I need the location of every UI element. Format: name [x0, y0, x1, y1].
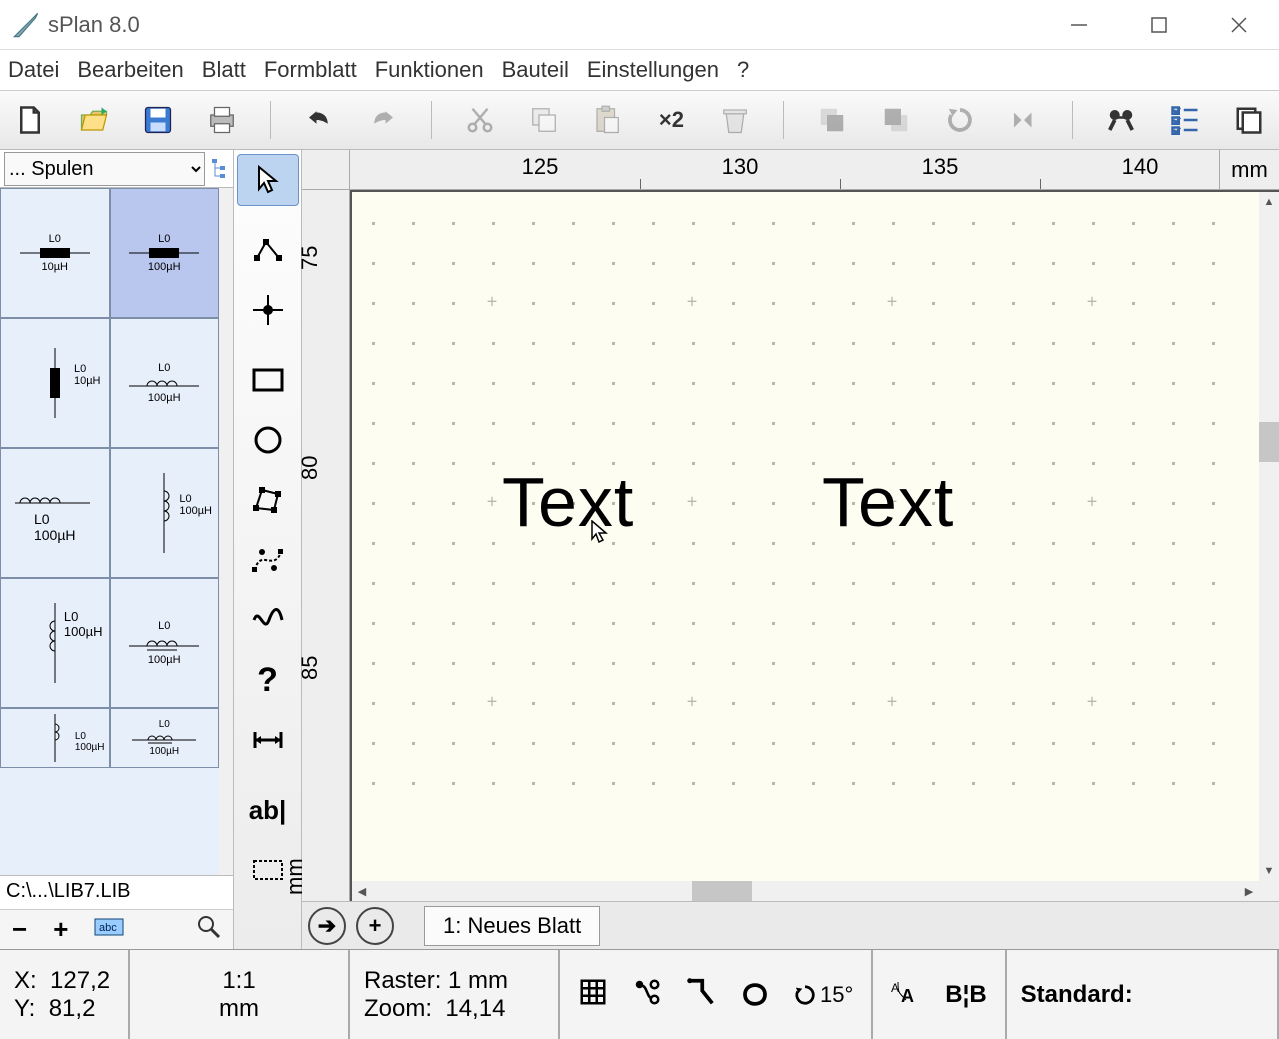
maximize-button[interactable] [1119, 0, 1199, 50]
svg-text:A: A [901, 986, 914, 1006]
library-cell[interactable]: L0100µH [0, 448, 110, 578]
label-toggle-icon[interactable]: abc [94, 918, 124, 941]
library-cell[interactable]: L0 10µH [0, 188, 110, 318]
title-bar: sPlan 8.0 [0, 0, 1279, 50]
library-cell[interactable]: L0100µH [110, 448, 220, 578]
canvas-scrollbar-vertical[interactable]: ▲▼ [1259, 192, 1279, 901]
menu-formblatt[interactable]: Formblatt [264, 57, 357, 83]
tool-rectangle[interactable] [237, 354, 299, 406]
library-cell[interactable]: L0100µH [0, 578, 110, 708]
tool-special[interactable]: ? [237, 654, 299, 706]
scale-pane: 1:1 mm [130, 950, 350, 1039]
sheet-tab-row: ➔ + 1: Neues Blatt [302, 901, 1279, 949]
canvas-text[interactable]: Text [502, 462, 634, 542]
save-button[interactable] [138, 100, 178, 140]
new-button[interactable] [10, 100, 50, 140]
menu-blatt[interactable]: Blatt [202, 57, 246, 83]
mirror-button[interactable] [1004, 100, 1044, 140]
ruler-unit: mm [1219, 150, 1279, 189]
library-panel: ... Spulen L0 10µH L0 100µH L010µH L0 [0, 150, 234, 949]
coordinates-pane: X: 127,2 Y: 81,2 [0, 950, 130, 1039]
cut-button[interactable] [460, 100, 500, 140]
font-style-icon[interactable]: AA [891, 978, 921, 1011]
canvas-scrollbar-horizontal[interactable]: ◀▶ [352, 881, 1279, 901]
minimize-button[interactable] [1039, 0, 1119, 50]
library-cell[interactable]: L0 100µH [110, 578, 220, 708]
menu-funktionen[interactable]: Funktionen [375, 57, 484, 83]
grid-toggle-icon[interactable] [578, 977, 608, 1012]
close-button[interactable] [1199, 0, 1279, 50]
zoom-out-icon[interactable]: − [12, 914, 27, 945]
horizontal-ruler: 125 130 135 140 mm [302, 150, 1279, 190]
tool-freehand[interactable] [237, 594, 299, 646]
magnifier-icon[interactable] [197, 915, 221, 944]
library-cell[interactable]: L0100µH [0, 708, 110, 768]
redo-button[interactable] [363, 100, 403, 140]
checklist-button[interactable] [1165, 100, 1205, 140]
app-title: sPlan 8.0 [48, 12, 140, 38]
toggle-icons-pane: 15° [560, 950, 873, 1039]
snap-endpoint-icon[interactable] [686, 977, 716, 1012]
library-file-path: C:\...\LIB7.LIB [0, 875, 233, 909]
library-cell[interactable]: L0 100µH [110, 188, 220, 318]
rotate-button[interactable] [940, 100, 980, 140]
menu-help[interactable]: ? [737, 57, 749, 83]
back-button[interactable] [876, 100, 916, 140]
main-toolbar: ×2 [0, 90, 1279, 150]
tool-polygon[interactable] [237, 474, 299, 526]
menu-einstellungen[interactable]: Einstellungen [587, 57, 719, 83]
status-bar: X: 127,2 Y: 81,2 1:1 mm Raster: 1 mm Zoo… [0, 949, 1279, 1039]
zoom-in-icon[interactable]: + [53, 914, 68, 945]
tool-circle[interactable] [237, 414, 299, 466]
mirror-text-icon[interactable]: B¦B [945, 981, 986, 1009]
next-sheet-button[interactable]: ➔ [308, 907, 346, 945]
canvas-area: 125 130 135 140 mm 75 80 85 mm /* grid d… [302, 150, 1279, 949]
angle-snap[interactable]: 15° [794, 982, 853, 1008]
snap-contour-icon[interactable] [740, 977, 770, 1012]
menu-bearbeiten[interactable]: Bearbeiten [77, 57, 183, 83]
find-button[interactable] [1101, 100, 1141, 140]
tool-pointer[interactable] [237, 154, 299, 206]
svg-text:abc: abc [99, 922, 117, 934]
menu-bauteil[interactable]: Bauteil [502, 57, 569, 83]
library-scrollbar[interactable]: ▲ ▼ [219, 188, 233, 875]
copy-button[interactable] [524, 100, 564, 140]
library-cell[interactable]: L0 100µH [110, 708, 220, 768]
cursor-icon [590, 520, 610, 544]
library-selector[interactable]: ... Spulen [4, 152, 205, 186]
canvas-text[interactable]: Text [822, 462, 954, 542]
snap-node-icon[interactable] [632, 977, 662, 1012]
sheet-tab[interactable]: 1: Neues Blatt [424, 906, 600, 946]
menu-datei[interactable]: Datei [8, 57, 59, 83]
menu-bar: Datei Bearbeiten Blatt Formblatt Funktio… [0, 50, 1279, 90]
delete-button[interactable] [715, 100, 755, 140]
tool-dimension[interactable] [237, 714, 299, 766]
library-cell[interactable]: L010µH [0, 318, 110, 448]
print-button[interactable] [202, 100, 242, 140]
tree-view-icon[interactable] [207, 152, 233, 186]
paste-button[interactable] [588, 100, 628, 140]
add-sheet-button[interactable]: + [356, 907, 394, 945]
tool-text[interactable]: ab| [237, 784, 299, 836]
vertical-ruler: 75 80 85 mm [302, 190, 350, 901]
tool-strip: ? ab| [234, 150, 302, 949]
library-grid: L0 10µH L0 100µH L010µH L0 100µH L0100µH [0, 188, 233, 875]
library-cell[interactable]: L0 100µH [110, 318, 220, 448]
tool-bezier[interactable] [237, 534, 299, 586]
style-name-pane: Standard: [1007, 950, 1279, 1039]
raster-zoom-pane: Raster: 1 mm Zoom: 14,14 [350, 950, 560, 1039]
tool-polyline[interactable] [237, 224, 299, 276]
tool-node[interactable] [237, 284, 299, 336]
front-button[interactable] [812, 100, 852, 140]
app-icon [12, 11, 40, 39]
open-button[interactable] [74, 100, 114, 140]
duplicate-button[interactable]: ×2 [651, 100, 691, 140]
drawing-canvas[interactable]: /* grid drawn below by generator */ ++++… [350, 190, 1279, 901]
layers-button[interactable] [1229, 100, 1269, 140]
undo-button[interactable] [299, 100, 339, 140]
